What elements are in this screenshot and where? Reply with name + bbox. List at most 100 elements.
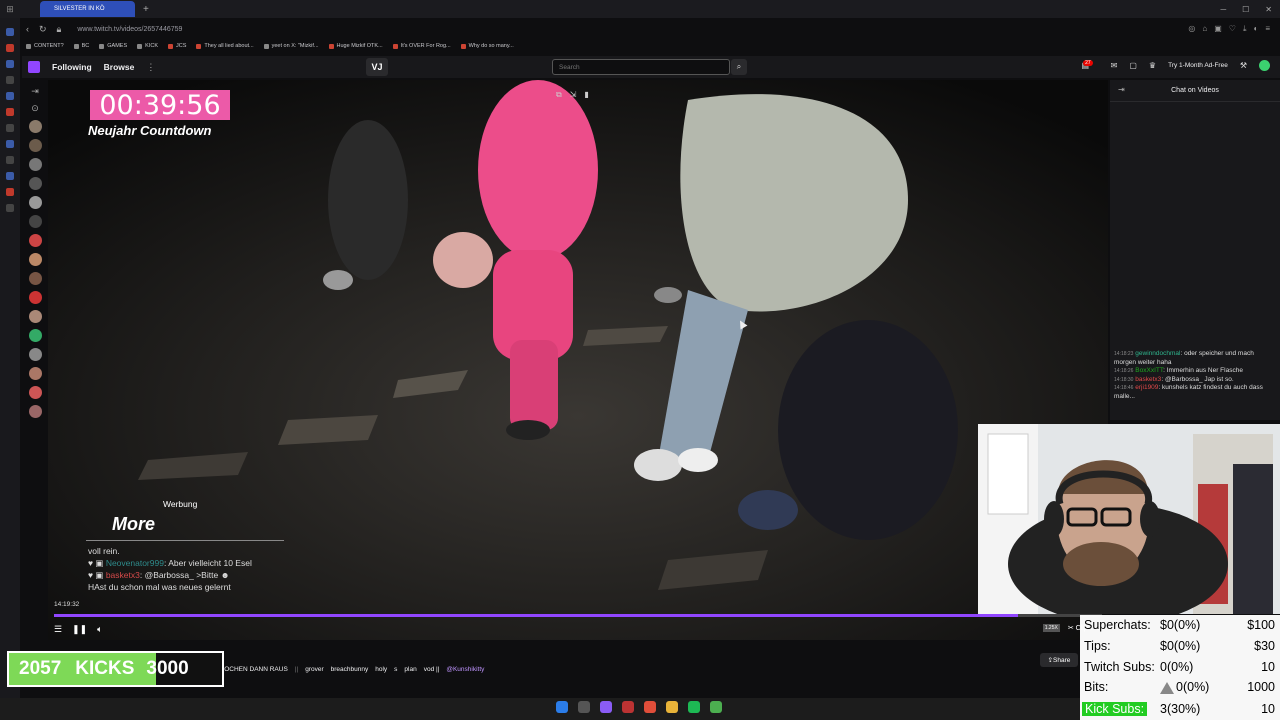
- channel-avatar[interactable]: [28, 348, 42, 361]
- maximize-icon[interactable]: ☐: [1242, 5, 1249, 14]
- channel-avatar[interactable]: [28, 215, 42, 228]
- collapse-icon[interactable]: ⇥: [31, 86, 39, 97]
- sidebar-app-icon[interactable]: [6, 108, 14, 116]
- start-icon[interactable]: [556, 701, 568, 713]
- extension-icon[interactable]: ⚒: [1240, 61, 1247, 70]
- video-player[interactable]: ⧉ ⇲ ▮ 00:39:56 Neujahr Countdown Werbung…: [48, 80, 1108, 640]
- seek-bar[interactable]: [54, 614, 1102, 617]
- theatre-icon[interactable]: ⇲: [570, 90, 577, 100]
- channel-avatar[interactable]: [28, 177, 42, 190]
- youtube-icon: [392, 43, 398, 49]
- channel-avatar[interactable]: [28, 291, 42, 304]
- browser-tab-active[interactable]: SILVESTER IN KÖ: [40, 1, 135, 17]
- extension-icon[interactable]: ◎: [1188, 24, 1195, 34]
- bookmark-item[interactable]: GAMES: [99, 43, 127, 49]
- sidebar-app-icon[interactable]: [6, 28, 14, 36]
- sidebar-app-icon[interactable]: [6, 140, 14, 148]
- sidebar-app-icon[interactable]: [6, 188, 14, 196]
- url-field[interactable]: www.twitch.tv/videos/2657446759: [77, 26, 182, 33]
- close-icon[interactable]: ✕: [1265, 5, 1272, 14]
- channel-avatar[interactable]: [28, 405, 42, 418]
- ad-free-button[interactable]: Try 1-Month Ad-Free: [1168, 62, 1228, 69]
- pause-icon[interactable]: ❚❚: [72, 624, 87, 635]
- channel-avatar[interactable]: [28, 253, 42, 266]
- channel-avatar[interactable]: [28, 367, 42, 380]
- kicks-goal-bar: 2057 KICKS 3000: [7, 651, 224, 687]
- browser-icon[interactable]: [644, 701, 656, 713]
- workspace-icon[interactable]: ⊞: [0, 0, 20, 18]
- mail-icon[interactable]: ✉: [1111, 61, 1118, 70]
- new-tab-button[interactable]: +: [143, 4, 149, 15]
- sidebar-app-icon[interactable]: [6, 76, 14, 84]
- bookmark-item[interactable]: yeet on X: "Mizkif...: [263, 43, 319, 49]
- nav-browse[interactable]: Browse: [104, 62, 135, 72]
- notifications-icon[interactable]: ▤27: [1082, 60, 1099, 70]
- twitch-logo-icon[interactable]: [28, 61, 40, 73]
- obs-icon[interactable]: [622, 701, 634, 713]
- skull-emote-icon: ☻: [220, 570, 230, 580]
- sidebar-app-icon[interactable]: [6, 204, 14, 212]
- channel-avatar[interactable]: [28, 329, 42, 342]
- xbox-icon[interactable]: [710, 701, 722, 713]
- channel-avatar[interactable]: [28, 196, 42, 209]
- ad-label: Werbung: [163, 499, 198, 509]
- title-handle[interactable]: @Kunshikitty: [446, 666, 484, 673]
- extension-icon[interactable]: ◐: [1253, 24, 1258, 34]
- extension-icon[interactable]: ⌂: [1202, 24, 1207, 34]
- collapse-chat-icon[interactable]: ⇥: [1118, 85, 1125, 94]
- sidebar-app-icon[interactable]: [6, 124, 14, 132]
- sidebar-app-icon[interactable]: [6, 60, 14, 68]
- whispers-icon[interactable]: ▢: [1129, 61, 1137, 70]
- crown-icon[interactable]: ♛: [1149, 61, 1156, 70]
- share-button[interactable]: ⇪ Share: [1040, 653, 1078, 667]
- bookmark-item[interactable]: JCS: [168, 43, 186, 49]
- channel-avatar[interactable]: [28, 272, 42, 285]
- menu-icon[interactable]: ≡: [1265, 24, 1270, 34]
- bookmark-item[interactable]: Why do so many...: [460, 43, 514, 49]
- sidebar-app-icon[interactable]: [6, 156, 14, 164]
- bookmark-item[interactable]: KICK: [137, 43, 158, 49]
- target-icon[interactable]: ⊙: [31, 103, 39, 114]
- channel-avatar[interactable]: [28, 386, 42, 399]
- bookmark-item[interactable]: BC: [73, 43, 89, 49]
- seek-bar-fill: [54, 614, 1019, 617]
- channel-avatar[interactable]: [28, 310, 42, 323]
- reload-icon[interactable]: ↻: [39, 24, 47, 35]
- overlay-chat-message: ♥ ▣ basketx3: @Barbossa_ >Bitte ☻: [88, 570, 230, 580]
- heart-icon[interactable]: ♡: [1229, 24, 1236, 34]
- chapters-icon[interactable]: ☰: [54, 624, 62, 635]
- fullscreen-icon[interactable]: ⧉: [556, 90, 562, 100]
- extension-icon[interactable]: ▣: [1214, 24, 1222, 34]
- youtube-icon: [460, 43, 466, 49]
- playback-speed[interactable]: 1.25X: [1042, 624, 1060, 632]
- more-icon[interactable]: ⋮: [146, 62, 155, 73]
- bookmarks-bar: CONTENT? BC GAMES KICK JCS They all lied…: [20, 40, 1280, 52]
- channel-avatar[interactable]: [28, 120, 42, 133]
- search-icon[interactable]: ⌕: [731, 59, 747, 75]
- bookmark-item[interactable]: It's OVER For Rog...: [392, 43, 451, 49]
- nav-following[interactable]: Following: [52, 62, 92, 72]
- user-avatar[interactable]: [1259, 60, 1270, 71]
- sidebar-icon[interactable]: ▮: [584, 90, 588, 100]
- channel-avatar[interactable]: [28, 158, 42, 171]
- back-icon[interactable]: ‹: [26, 24, 29, 34]
- folder-icon[interactable]: [666, 701, 678, 713]
- channel-avatar[interactable]: [28, 234, 42, 247]
- spotify-icon[interactable]: [688, 701, 700, 713]
- bookmark-item[interactable]: CONTENT?: [26, 43, 64, 49]
- player-controls: ☰ ❚❚ 🔈︎ 1.25X ✂ Clip ⚙: [48, 610, 1108, 640]
- sidebar-app-icon[interactable]: [6, 92, 14, 100]
- vj-button[interactable]: VJ: [366, 58, 388, 76]
- volume-icon[interactable]: 🔈︎: [97, 624, 102, 635]
- minimize-icon[interactable]: ─: [1220, 5, 1226, 14]
- sidebar-app-icon[interactable]: [6, 172, 14, 180]
- channel-avatar[interactable]: [28, 139, 42, 152]
- bookmark-item[interactable]: They all lied about...: [196, 43, 254, 49]
- bookmark-item[interactable]: Huge Mizkif OTK...: [328, 43, 383, 49]
- chat-messages: 14:18:23 gewinndochmal: oder speicher un…: [1114, 350, 1276, 401]
- search-icon[interactable]: [578, 701, 590, 713]
- sidebar-app-icon[interactable]: [6, 44, 14, 52]
- download-icon[interactable]: ⤓: [1243, 24, 1247, 34]
- discord-icon[interactable]: [600, 701, 612, 713]
- search-input[interactable]: [552, 59, 730, 75]
